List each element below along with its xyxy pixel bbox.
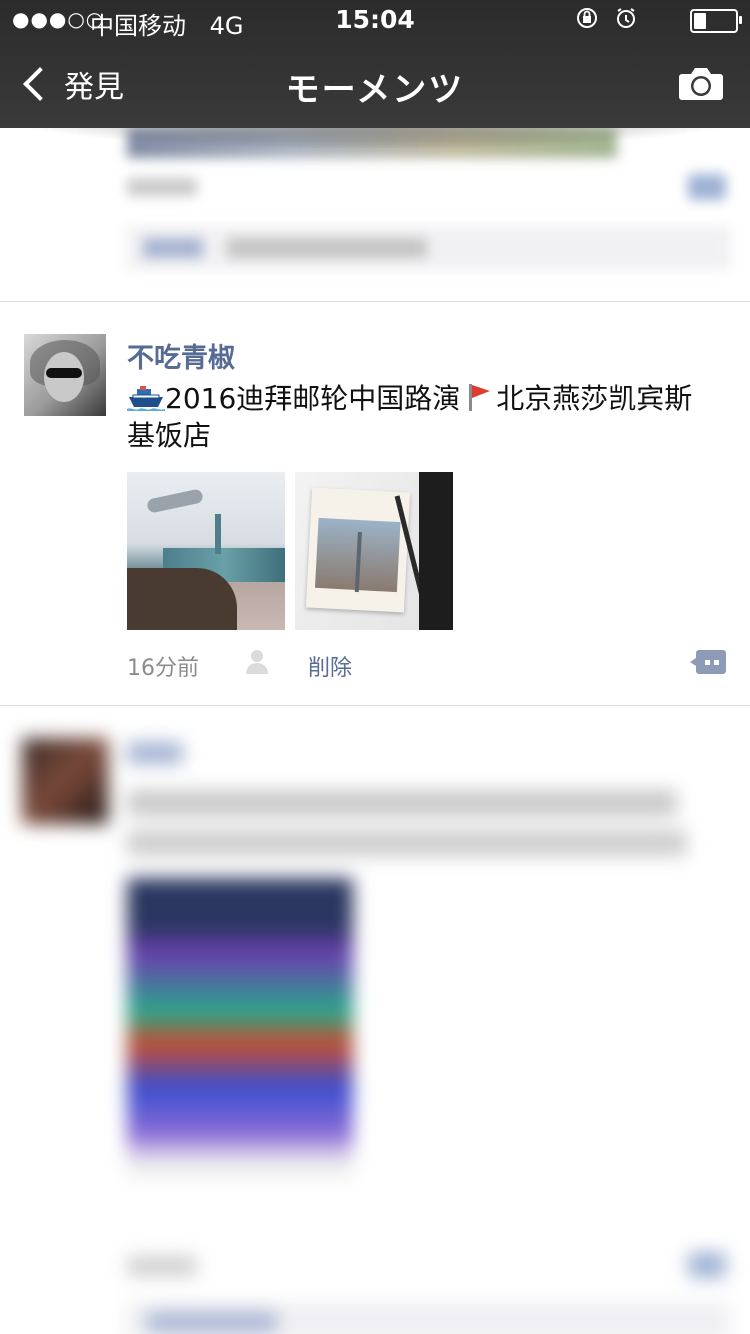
battery-icon: [690, 9, 742, 33]
next-post-text-line-2: [127, 830, 687, 856]
avatar[interactable]: [24, 334, 106, 416]
airport-skyline-photo[interactable]: [127, 472, 285, 630]
moments-page: ●●●○○ 中国移动 4G 15:04 発見 モーメンツ 不吃青椒 2016迪拜…: [0, 0, 750, 1334]
previous-post-time: [127, 178, 197, 196]
page-title: モーメンツ: [285, 70, 465, 110]
delete-button[interactable]: 削除: [308, 650, 352, 682]
camera-icon[interactable]: [678, 66, 724, 102]
next-post-time: [127, 1256, 197, 1276]
dubai-guidebook-photo[interactable]: [295, 472, 453, 630]
post-text-main: 2016迪拜邮轮中国路演: [165, 382, 461, 415]
next-post-blurred: [0, 706, 750, 1334]
navigation-bar: 発見 モーメンツ: [0, 40, 750, 128]
battery-fill: [694, 13, 706, 29]
ship-icon: [127, 386, 165, 411]
post-timestamp: 16分前: [127, 656, 199, 681]
status-icons: [575, 6, 638, 32]
previous-post-comment-button[interactable]: [688, 174, 726, 200]
status-bar: ●●●○○ 中国移动 4G 15:04: [0, 0, 750, 40]
previous-post-comments: [127, 226, 730, 270]
next-post-avatar[interactable]: [22, 738, 108, 824]
next-post-username[interactable]: [127, 742, 183, 764]
alarm-clock-icon: [617, 8, 635, 28]
next-post-comment-button[interactable]: [688, 1252, 726, 1278]
next-post-image[interactable]: [127, 878, 353, 1178]
post-username[interactable]: 不吃青椒: [127, 336, 235, 375]
next-post-text-line-1: [127, 790, 677, 816]
person-icon: [246, 650, 268, 674]
red-flag-icon: [469, 384, 491, 411]
previous-post-blurred: [0, 128, 750, 300]
moment-post: 不吃青椒 2016迪拜邮轮中国路演 北京燕莎凯宾斯基饭店 16分前 削除: [0, 302, 750, 704]
next-post-comments: [127, 1302, 730, 1334]
rotation-lock-icon: [577, 8, 597, 28]
comment-icon[interactable]: [690, 648, 726, 676]
post-text: 2016迪拜邮轮中国路演 北京燕莎凯宾斯基饭店: [127, 380, 717, 454]
top-bar: ●●●○○ 中国移动 4G 15:04 発見 モーメンツ: [0, 0, 750, 128]
